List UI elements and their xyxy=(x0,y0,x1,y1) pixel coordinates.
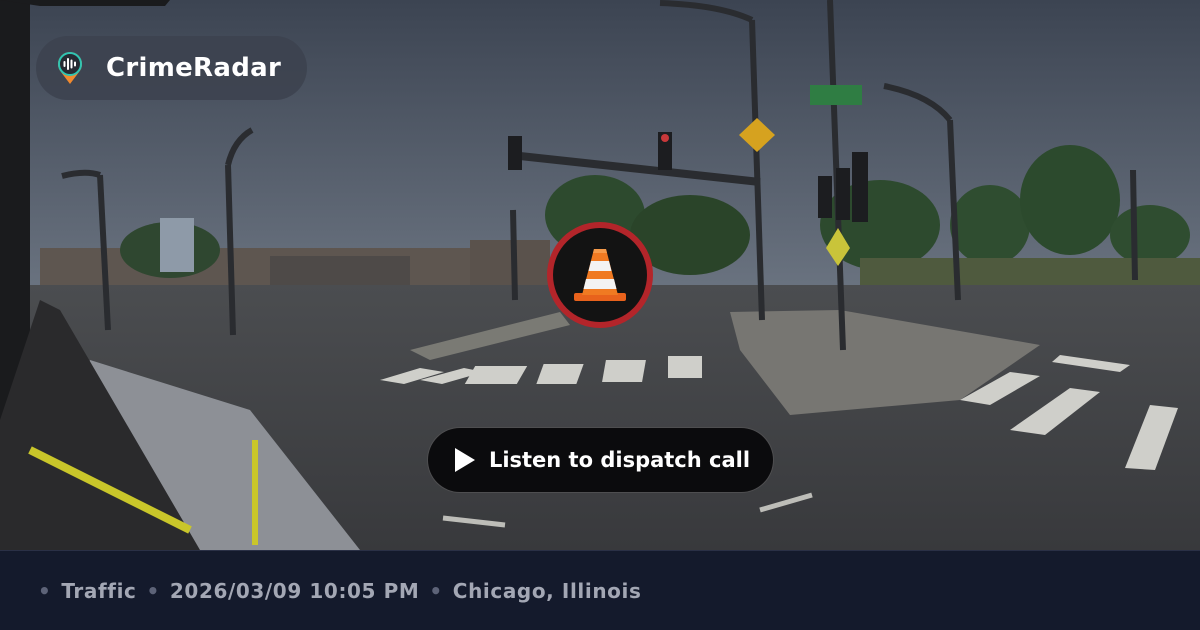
incident-meta-bar: • Traffic • 2026/03/09 10:05 PM • Chicag… xyxy=(0,550,1200,630)
incident-category: Traffic xyxy=(61,578,137,603)
radar-pin-icon xyxy=(54,50,86,86)
incident-location: Chicago, Illinois xyxy=(452,578,642,603)
listen-dispatch-button[interactable]: Listen to dispatch call xyxy=(427,427,774,493)
play-icon xyxy=(454,448,475,472)
separator-dot: • xyxy=(38,578,52,603)
incident-datetime: 2026/03/09 10:05 PM xyxy=(169,578,420,603)
listen-dispatch-label: Listen to dispatch call xyxy=(488,448,751,472)
share-card: CrimeRadar Listen to dispatch call • Tra… xyxy=(0,0,1200,630)
incident-type-badge xyxy=(547,222,653,328)
brand-name: CrimeRadar xyxy=(106,53,282,83)
traffic-cone-icon xyxy=(574,249,626,301)
brand-pill[interactable]: CrimeRadar xyxy=(36,36,308,100)
separator-dot: • xyxy=(429,578,443,603)
separator-dot: • xyxy=(146,578,160,603)
